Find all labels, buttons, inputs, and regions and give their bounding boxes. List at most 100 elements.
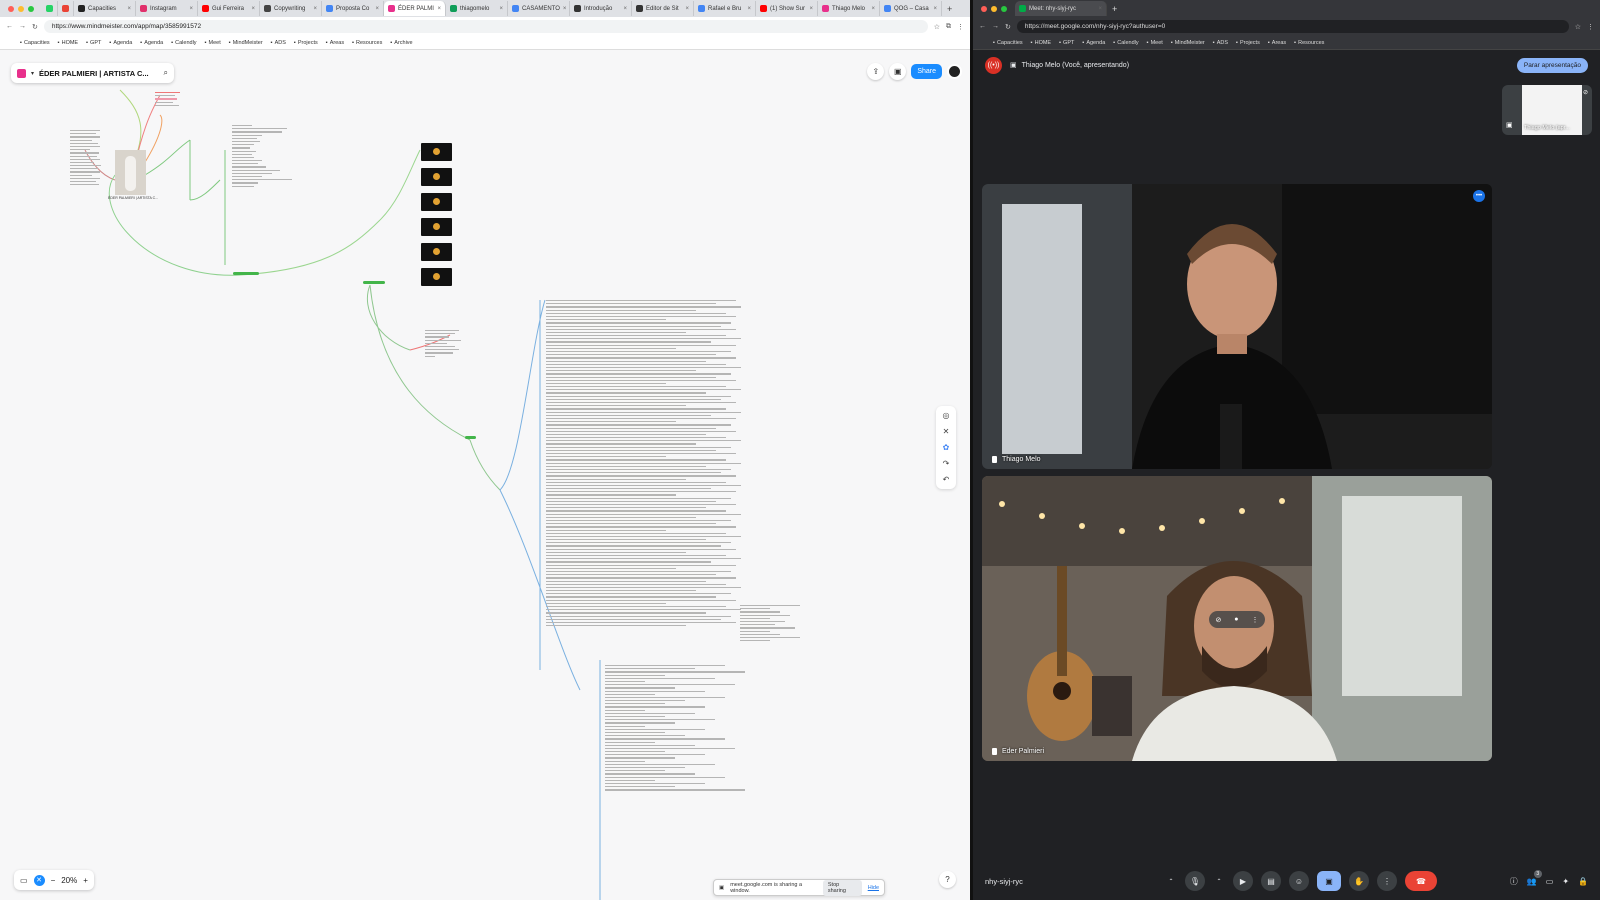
central-node-photo[interactable] [115, 150, 146, 195]
browser-tab[interactable]: CASAMENTO × [508, 1, 570, 16]
forward-icon[interactable]: → [19, 23, 26, 30]
bookmark-item[interactable]: ▪ MindMeister [1171, 40, 1205, 46]
bookmark-item[interactable]: ▪ Areas [1268, 40, 1286, 46]
page-icon[interactable]: ▭ [20, 876, 28, 885]
remove-icon[interactable]: ⊘ [1215, 616, 1221, 624]
browser-tab[interactable]: (1) Show Sur × [756, 1, 818, 16]
bookmark-item[interactable]: ▪ Agenda [140, 40, 163, 46]
chevron-up-icon[interactable]: ⌃ [1213, 871, 1225, 891]
node-text-block[interactable] [232, 125, 292, 187]
close-icon[interactable]: × [127, 6, 131, 12]
emoji-button[interactable]: ☺ [1289, 871, 1309, 891]
help-icon[interactable]: ? [939, 871, 956, 888]
bookmark-item[interactable]: ▪ Resources [1294, 40, 1324, 46]
chevron-down-icon[interactable]: ▾ [31, 70, 34, 77]
node-text-block[interactable] [740, 605, 810, 642]
browser-tab[interactable]: thiagomelo × [446, 1, 508, 16]
present-icon[interactable]: ▣ [889, 63, 907, 80]
browser-tab[interactable]: QOG – Casa × [880, 1, 942, 16]
bookmark-item[interactable]: ▪ ADS [1213, 40, 1228, 46]
bookmark-item[interactable]: ▪ Archive [390, 40, 412, 46]
image-node-thumbnail[interactable] [421, 243, 452, 261]
browser-tab[interactable]: Thiago Melo × [818, 1, 880, 16]
collapse-icon[interactable]: ✕ [943, 427, 950, 436]
node-text-block[interactable] [70, 130, 102, 186]
captions-button[interactable]: ▤ [1261, 871, 1281, 891]
close-icon[interactable]: × [747, 6, 751, 12]
browser-tab[interactable]: Capacities × [74, 1, 136, 16]
bookmark-item[interactable]: ▪ Resources [352, 40, 382, 46]
browser-tab[interactable]: Introdução × [570, 1, 632, 16]
mindmeister-logo-icon[interactable] [17, 68, 26, 78]
close-icon[interactable]: × [437, 6, 441, 12]
image-node-thumbnail[interactable] [421, 168, 452, 186]
theme-icon[interactable]: ✿ [943, 443, 950, 452]
close-icon[interactable]: × [189, 6, 193, 12]
close-icon[interactable]: × [563, 6, 567, 12]
activities-icon[interactable]: ✦ [1562, 877, 1569, 886]
camera-button[interactable]: ▶ [1233, 871, 1253, 891]
node-text-block[interactable] [425, 330, 463, 357]
bookmark-item[interactable]: ▪ Agenda [1082, 40, 1105, 46]
upload-icon[interactable]: ⇪ [867, 63, 885, 80]
menu-icon[interactable]: ⋮ [957, 23, 964, 31]
browser-tab[interactable] [42, 1, 58, 16]
zoom-in-button[interactable]: + [83, 876, 88, 885]
user-avatar[interactable] [947, 64, 962, 79]
stop-sharing-button[interactable]: Stop sharing [822, 879, 862, 896]
back-icon[interactable]: ← [6, 23, 13, 30]
image-node-thumbnail[interactable] [421, 193, 452, 211]
map-title[interactable]: ÉDER PALMIERI | ARTISTA C... [39, 69, 159, 78]
close-icon[interactable]: × [375, 6, 379, 12]
bookmark-item[interactable]: ▪ Calendly [171, 40, 196, 46]
mic-icon[interactable]: ● [1234, 616, 1238, 623]
people-icon[interactable]: 👥 3 [1527, 869, 1542, 886]
node-text-block[interactable] [546, 300, 746, 627]
central-node-label[interactable]: ÉDER PALMIERI | ARTISTA C... [108, 196, 158, 200]
bookmark-item[interactable]: ▪ Areas [326, 40, 344, 46]
hide-link[interactable]: Hide [868, 885, 879, 891]
bookmark-item[interactable]: ▪ Calendly [1113, 40, 1138, 46]
chat-icon[interactable]: ▭ [1546, 877, 1554, 886]
browser-tab[interactable]: Copywriting × [260, 1, 322, 16]
redo-icon[interactable]: ↷ [943, 459, 950, 468]
back-icon[interactable]: ← [979, 23, 986, 30]
forward-icon[interactable]: → [992, 23, 999, 30]
present-button[interactable]: ▣ [1317, 871, 1341, 891]
bookmark-item[interactable]: ▪ GPT [86, 40, 101, 46]
bookmark-item[interactable]: ▪ HOME [1031, 40, 1051, 46]
host-controls-icon[interactable]: 🔒 [1578, 877, 1588, 886]
mindmap-canvas[interactable]: ÉDER PALMIERI | ARTISTA C... ▾ ÉDER PALM… [0, 50, 970, 900]
browser-tab[interactable]: Instagram × [136, 1, 198, 16]
bookmark-item[interactable]: ▪ GPT [1059, 40, 1074, 46]
bookmark-item[interactable]: ▪ Agenda [109, 40, 132, 46]
bookmark-item[interactable]: ▪ Meet [1147, 40, 1163, 46]
window-controls[interactable] [973, 5, 1015, 12]
more-options-button[interactable]: ⋮ [1377, 871, 1397, 891]
bookmark-item[interactable]: ▪ Meet [205, 40, 221, 46]
close-icon[interactable]: × [251, 6, 255, 12]
image-node-thumbnail[interactable] [421, 268, 452, 286]
zoom-out-button[interactable]: − [51, 876, 56, 885]
reload-icon[interactable]: ↻ [32, 23, 38, 31]
share-button[interactable]: Share [911, 64, 942, 79]
tab-meet[interactable]: Meet: nhy-siyj-ryc × [1015, 1, 1107, 16]
close-icon[interactable]: × [933, 6, 937, 12]
image-node-thumbnail[interactable] [421, 143, 452, 161]
tile-options-icon[interactable]: ••• [1473, 190, 1485, 202]
browser-tab[interactable]: Proposta Co × [322, 1, 384, 16]
leave-call-button[interactable]: ☎ [1405, 871, 1437, 891]
bookmark-item[interactable]: ▪ Capacities [993, 40, 1023, 46]
extensions-icon[interactable]: ⧉ [946, 23, 951, 31]
close-icon[interactable]: × [809, 6, 813, 12]
browser-tab[interactable]: Rafael e Bru × [694, 1, 756, 16]
bookmark-star-icon[interactable]: ☆ [934, 23, 940, 31]
undo-icon[interactable]: ↶ [943, 475, 950, 484]
reload-icon[interactable]: ↻ [1005, 23, 1011, 31]
pin-icon[interactable] [992, 748, 997, 755]
microphone-button[interactable]: 🎙 [1185, 871, 1205, 891]
participant-tile[interactable]: ⊘ ● ⋮ Eder Palmieri [982, 476, 1492, 761]
node-text-block[interactable] [605, 665, 765, 791]
bookmark-item[interactable]: ▪ Capacities [20, 40, 50, 46]
pin-icon[interactable] [992, 456, 997, 463]
